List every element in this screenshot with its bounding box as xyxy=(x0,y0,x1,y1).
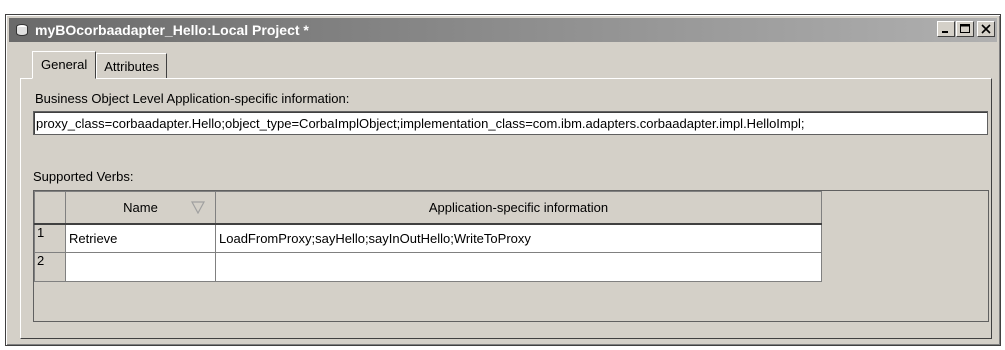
verb-name-cell[interactable] xyxy=(65,252,216,282)
close-icon xyxy=(981,24,991,34)
verb-name-cell[interactable]: Retrieve xyxy=(65,223,216,253)
grid-corner-cell[interactable] xyxy=(34,191,66,225)
maximize-button[interactable] xyxy=(956,21,974,37)
row-number[interactable]: 1 xyxy=(34,223,66,253)
sort-descending-icon[interactable] xyxy=(191,200,205,214)
window-controls xyxy=(937,21,995,37)
bo-info-label: Business Object Level Application-specif… xyxy=(35,91,350,106)
verb-info-cell[interactable]: LoadFromProxy;sayHello;sayInOutHello;Wri… xyxy=(215,223,822,253)
general-panel: Business Object Level Application-specif… xyxy=(20,78,992,339)
column-header-name[interactable]: Name xyxy=(65,191,216,225)
supported-verbs-label: Supported Verbs: xyxy=(33,169,134,184)
window-title: myBOcorbaadapter_Hello:Local Project * xyxy=(35,22,309,38)
bo-info-field[interactable]: proxy_class=corbaadapter.Hello;object_ty… xyxy=(33,111,988,135)
editor-window: myBOcorbaadapter_Hello:Local Project * G… xyxy=(5,14,1001,346)
table-row[interactable]: 2 xyxy=(34,252,822,282)
column-header-name-label: Name xyxy=(123,199,158,215)
verbs-grid: Name Application-specific information 1 … xyxy=(33,190,989,322)
tab-attributes[interactable]: Attributes xyxy=(96,53,168,79)
minimize-button[interactable] xyxy=(937,21,955,37)
table-row[interactable]: 1 Retrieve LoadFromProxy;sayHello;sayInO… xyxy=(34,223,822,253)
minimize-icon xyxy=(942,31,948,33)
maximize-icon xyxy=(960,24,970,33)
title-bar[interactable]: myBOcorbaadapter_Hello:Local Project * xyxy=(9,18,997,42)
verbs-header-row: Name Application-specific information xyxy=(34,191,822,225)
tab-strip: General Attributes xyxy=(32,51,168,79)
database-icon xyxy=(15,23,29,37)
tab-general[interactable]: General xyxy=(32,51,97,79)
column-header-app-info[interactable]: Application-specific information xyxy=(215,191,822,225)
row-number[interactable]: 2 xyxy=(34,252,66,282)
verb-info-cell[interactable] xyxy=(215,252,822,282)
close-button[interactable] xyxy=(977,21,995,37)
